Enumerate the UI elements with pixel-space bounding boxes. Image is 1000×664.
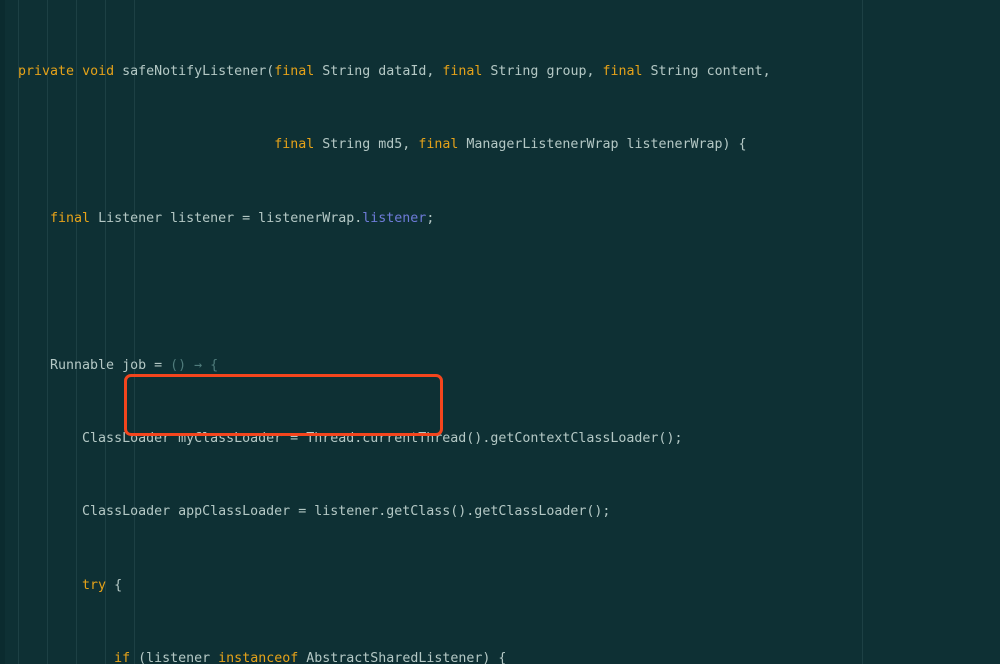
code-line[interactable]: if (listener instanceof AbstractSharedLi… bbox=[0, 650, 1000, 664]
code-line-blank[interactable] bbox=[0, 283, 1000, 301]
code-line[interactable]: final Listener listener = listenerWrap.l… bbox=[0, 210, 1000, 228]
code-line[interactable]: ClassLoader appClassLoader = listener.ge… bbox=[0, 503, 1000, 521]
code-line[interactable]: ClassLoader myClassLoader = Thread.curre… bbox=[0, 430, 1000, 448]
code-content[interactable]: private void safeNotifyListener(final St… bbox=[0, 8, 1000, 664]
code-line[interactable]: try { bbox=[0, 577, 1000, 595]
code-line[interactable]: final String md5, final ManagerListenerW… bbox=[0, 136, 1000, 154]
code-line[interactable]: private void safeNotifyListener(final St… bbox=[0, 63, 1000, 81]
code-line[interactable]: Runnable job = () → { bbox=[0, 357, 1000, 375]
code-editor[interactable]: private void safeNotifyListener(final St… bbox=[0, 0, 1000, 664]
